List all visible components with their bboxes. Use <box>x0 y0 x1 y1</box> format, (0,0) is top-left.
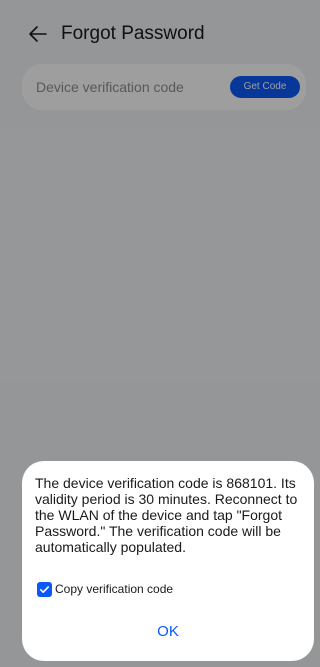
ok-button[interactable]: OK <box>118 618 218 646</box>
copy-verification-code-checkbox[interactable]: Copy verification code <box>37 581 173 597</box>
copy-verification-code-label: Copy verification code <box>55 582 174 596</box>
dialog-message: The device verification code is 868101. … <box>35 475 298 555</box>
checkbox-checked[interactable] <box>37 581 52 597</box>
verification-code-dialog: The device verification code is 868101. … <box>22 461 314 661</box>
checkmark-icon <box>40 585 49 593</box>
